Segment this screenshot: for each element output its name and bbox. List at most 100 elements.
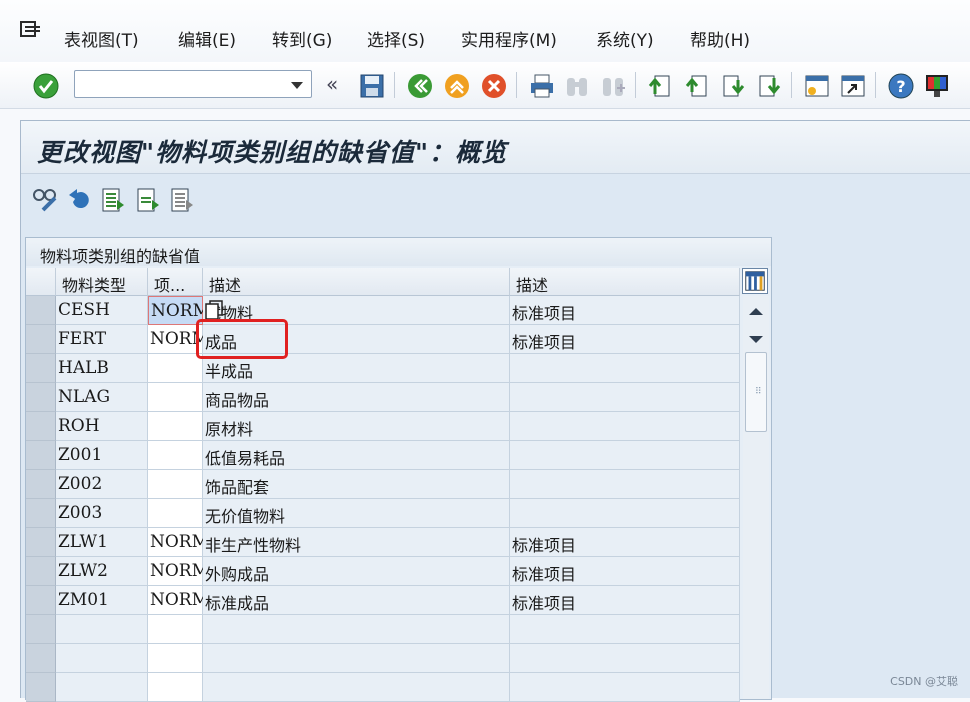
menu-edit[interactable]: 编辑(E): [178, 26, 236, 51]
help-icon[interactable]: ?: [887, 72, 915, 100]
previous-page-icon[interactable]: [683, 72, 711, 100]
display-change-icon[interactable]: [31, 186, 59, 214]
command-field[interactable]: [74, 70, 312, 98]
column-header-material-type[interactable]: 物料类型: [56, 268, 148, 296]
cell-item-category-group[interactable]: [148, 412, 203, 441]
scroll-up-icon[interactable]: [749, 308, 763, 315]
exit-icon[interactable]: [443, 72, 471, 100]
back-icon[interactable]: [406, 72, 434, 100]
menu-icon[interactable]: [20, 20, 42, 40]
table-row: ZLW2 NORM 外购成品 标准项目: [26, 557, 740, 586]
row-selector[interactable]: [26, 528, 56, 557]
cell-description: 低值易耗品: [203, 441, 510, 470]
table-row: ZLW1 NORM 非生产性物料 标准项目: [26, 528, 740, 557]
cell-item-category-group[interactable]: [148, 470, 203, 499]
customize-layout-icon[interactable]: [923, 72, 951, 100]
last-page-icon[interactable]: [755, 72, 783, 100]
row-selector[interactable]: [26, 615, 56, 644]
vertical-scrollbar[interactable]: ⠿: [743, 296, 769, 699]
cell-item-category-group-text: NORM: [150, 532, 210, 552]
select-block-icon[interactable]: [134, 186, 162, 214]
select-all-rows-header[interactable]: [26, 268, 56, 296]
row-selector[interactable]: [26, 586, 56, 615]
next-page-icon[interactable]: [719, 72, 747, 100]
row-selector[interactable]: [26, 325, 56, 354]
cell-description-text: 低值易耗品: [205, 449, 286, 468]
cell-description: 外购成品: [203, 557, 510, 586]
print-icon[interactable]: [528, 72, 556, 100]
cell-description: [203, 615, 510, 644]
cell-material-type: [56, 644, 148, 673]
cell-item-description: [510, 673, 740, 702]
row-selector[interactable]: [26, 557, 56, 586]
cell-description: [203, 673, 510, 702]
row-selector[interactable]: [26, 354, 56, 383]
copy-icon[interactable]: [205, 300, 223, 320]
menu-selection[interactable]: 选择(S): [367, 26, 425, 51]
cell-item-category-group[interactable]: [148, 673, 203, 702]
cell-item-category-group[interactable]: NORM: [148, 296, 210, 325]
cell-item-category-group[interactable]: [148, 615, 203, 644]
cell-item-category-group[interactable]: NORM: [148, 325, 209, 354]
create-session-icon[interactable]: [803, 72, 831, 100]
cell-item-category-group-text: NORM: [151, 301, 211, 321]
cell-item-description: [510, 412, 740, 441]
cell-item-category-group[interactable]: [148, 499, 203, 528]
table-row: [26, 673, 740, 702]
cell-item-category-group[interactable]: NORM: [148, 586, 209, 615]
cell-material-type: [56, 615, 148, 644]
row-selector[interactable]: [26, 470, 56, 499]
cell-item-category-group[interactable]: [148, 354, 203, 383]
row-selector[interactable]: [26, 412, 56, 441]
cell-material-type-text: ZLW1: [58, 532, 108, 552]
scroll-down-icon[interactable]: [749, 336, 763, 343]
dropdown-icon[interactable]: [291, 82, 303, 89]
enter-icon[interactable]: [32, 72, 60, 100]
cell-description: 原材料: [203, 412, 510, 441]
row-selector[interactable]: [26, 673, 56, 702]
cell-description-text: 标准成品: [205, 594, 270, 613]
row-selector[interactable]: [26, 296, 56, 325]
column-header-description[interactable]: 描述: [203, 268, 510, 296]
cell-item-category-group[interactable]: [148, 383, 203, 412]
cell-item-category-group-text: NORM: [150, 561, 210, 581]
cancel-icon[interactable]: [480, 72, 508, 100]
table-control: 物料项类别组的缺省值 物料类型 项... 描述 描述 CESH NORM 试物料 标准…: [25, 237, 772, 702]
cell-item-category-group[interactable]: NORM: [148, 557, 209, 586]
svg-text:?: ?: [896, 77, 905, 96]
cell-description-text: 饰品配套: [205, 478, 270, 497]
menu-utilities[interactable]: 实用程序(M): [461, 26, 557, 51]
table-row: [26, 644, 740, 673]
cell-item-description: 标准项目: [510, 325, 740, 354]
row-selector[interactable]: [26, 644, 56, 673]
table-settings-icon[interactable]: [742, 268, 768, 294]
first-page-icon[interactable]: [646, 72, 674, 100]
menu-table-view[interactable]: 表视图(T): [64, 26, 139, 51]
column-header-item-description[interactable]: 描述: [510, 268, 740, 296]
cell-item-description-text: 标准项目: [512, 333, 577, 352]
menu-goto[interactable]: 转到(G): [272, 26, 332, 51]
table-row: ZM01 NORM 标准成品 标准项目: [26, 586, 740, 615]
find-icon[interactable]: [563, 72, 591, 100]
cell-item-description: [510, 354, 740, 383]
select-all-icon[interactable]: [99, 186, 127, 214]
cell-item-category-group[interactable]: [148, 441, 203, 470]
undo-icon[interactable]: [65, 186, 93, 214]
table-row: [26, 615, 740, 644]
find-next-icon[interactable]: [599, 72, 627, 100]
column-header-item-category-group[interactable]: 项...: [148, 268, 203, 296]
scroll-thumb[interactable]: ⠿: [745, 352, 767, 432]
deselect-all-icon[interactable]: [168, 186, 196, 214]
table-row: HALB 半成品: [26, 354, 740, 383]
menu-help[interactable]: 帮助(H): [690, 26, 750, 51]
save-icon[interactable]: [358, 72, 386, 100]
menu-system[interactable]: 系统(Y): [596, 26, 654, 51]
back-double-icon[interactable]: «: [326, 72, 338, 96]
shortcut-icon[interactable]: [839, 72, 867, 100]
cell-item-description-text: 标准项目: [512, 304, 577, 323]
row-selector[interactable]: [26, 499, 56, 528]
row-selector[interactable]: [26, 383, 56, 412]
cell-item-category-group[interactable]: NORM: [148, 528, 209, 557]
row-selector[interactable]: [26, 441, 56, 470]
cell-item-category-group[interactable]: [148, 644, 203, 673]
